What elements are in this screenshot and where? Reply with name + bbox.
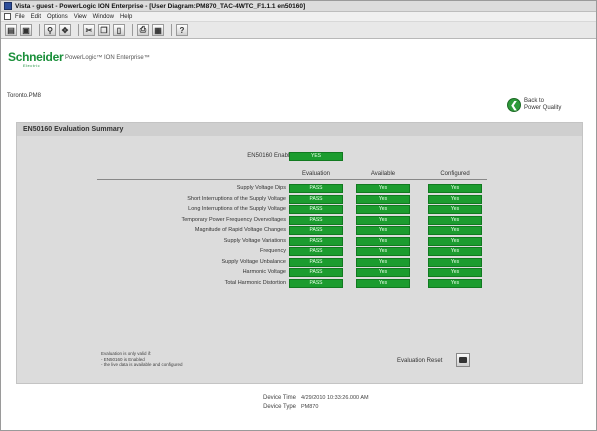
row-evaluation-badge: PASS [289,184,343,193]
paste-icon[interactable]: ▯ [113,24,125,36]
toolbar-separator [78,24,79,36]
device-type-label: Device Type [263,404,296,410]
row-available-badge: Yes [356,268,410,277]
window-title: Vista - guest - PowerLogic ION Enterpris… [15,2,306,10]
row-available-badge: Yes [356,257,410,267]
note-line2: - EN50160 is Enabled [101,356,145,362]
row-label: Supply Voltage Unbalance [221,258,286,265]
row-label: Magnitude of Rapid Voltage Changes [194,227,286,233]
panel-title: EN50160 Evaluation Summary [17,123,582,136]
zoom-icon[interactable]: ⚲ [44,24,56,36]
open-icon[interactable]: ▤ [5,24,17,36]
breadcrumb: PowerLogic™ ION Enterprise™ [65,55,150,61]
column-header-evaluation: Evaluation [301,171,331,177]
row-label: Supply Voltage Dips [236,185,286,191]
copy-icon[interactable]: ❐ [98,24,110,36]
evaluation-reset-button[interactable] [456,353,470,367]
help-icon[interactable]: ? [176,24,188,36]
enabled-status-badge: YES [289,152,343,161]
print-icon[interactable]: ⎙ [137,24,149,36]
device-time-value: 4/29/2010 10:33:26.000 AM [301,395,369,401]
row-evaluation-badge: PASS [289,215,343,225]
document-icon[interactable] [4,13,11,20]
schneider-logo: Schneider [8,50,64,64]
row-available-badge: Yes [356,278,410,288]
row-configured-badge: Yes [428,205,482,214]
row-label: Frequency [260,248,286,254]
back-link-line2[interactable]: Power Quality [524,105,561,111]
validity-note: Evaluation is only valid if: - EN50160 i… [101,351,183,368]
row-available-badge: Yes [356,205,410,214]
row-configured-badge: Yes [428,226,482,235]
menu-options[interactable]: Options [47,14,68,20]
row-configured-badge: Yes [428,268,482,277]
menu-edit[interactable]: Edit [31,14,41,20]
row-label: Supply Voltage Variations [223,237,286,244]
row-label: Short Interruptions of the Supply Voltag… [187,195,286,202]
back-link-text[interactable]: Back to Power Quality [524,98,561,112]
window-frame: Vista - guest - PowerLogic ION Enterpris… [0,0,597,431]
row-configured-badge: Yes [428,194,482,204]
row-available-badge: Yes [356,236,410,246]
app-icon [4,2,12,10]
row-evaluation-badge: PASS [289,194,343,204]
row-configured-badge: Yes [428,257,482,267]
header-divider [97,179,487,180]
row-evaluation-badge: PASS [289,268,343,277]
row-available-badge: Yes [356,215,410,225]
row-configured-badge: Yes [428,247,482,256]
back-arrow-icon[interactable]: ❮ [507,98,521,112]
reset-icon [459,357,467,363]
row-evaluation-badge: PASS [289,205,343,214]
page-header: Schneider Electric PowerLogic™ ION Enter… [1,40,596,74]
device-name: Toronto.PM8 [7,93,42,99]
menu-window[interactable]: Window [93,14,114,20]
toolbar-separator [39,24,40,36]
toolbar: ▤ ▣ ⚲ ✥ ✂ ❐ ▯ ⎙ ▦ ? [1,22,596,39]
row-available-badge: Yes [356,194,410,204]
menu-help[interactable]: Help [120,14,132,20]
evaluation-reset-label: Evaluation Reset [397,358,443,364]
row-evaluation-badge: PASS [289,247,343,256]
grid-icon[interactable]: ▦ [152,24,164,36]
toolbar-separator [171,24,172,36]
row-label: Harmonic Voltage [242,269,286,275]
move-icon[interactable]: ✥ [59,24,71,36]
row-available-badge: Yes [356,184,410,193]
row-configured-badge: Yes [428,184,482,193]
device-time-label: Device Time [262,395,296,401]
row-evaluation-badge: PASS [289,278,343,288]
row-configured-badge: Yes [428,278,482,288]
row-evaluation-badge: PASS [289,257,343,267]
column-header-available: Available [370,171,396,177]
back-link-line1[interactable]: Back to [524,98,544,104]
note-line1: Evaluation is only valid if: [101,351,152,356]
row-evaluation-badge: PASS [289,236,343,246]
menu-bar: File Edit Options View Window Help [1,12,596,22]
device-type-value: PM870 [301,404,319,410]
toolbar-separator [132,24,133,36]
row-label: Total Harmonic Distortion [224,279,286,286]
menu-view[interactable]: View [74,14,87,20]
row-configured-badge: Yes [428,215,482,225]
save-icon[interactable]: ▣ [20,24,32,36]
row-evaluation-badge: PASS [289,226,343,235]
logo-subtitle: Electric [23,63,41,68]
row-label: Temporary Power Frequency Overvoltages [181,216,286,223]
note-line3: - the live data is available and configu… [101,362,183,367]
row-configured-badge: Yes [428,236,482,246]
row-available-badge: Yes [356,226,410,235]
cut-icon[interactable]: ✂ [83,24,95,36]
menu-file[interactable]: File [15,14,25,20]
column-header-configured: Configured [440,171,470,177]
back-to-power-quality-link[interactable]: ❮ Back to Power Quality [507,98,561,112]
row-available-badge: Yes [356,247,410,256]
row-label: Long Interruptions of the Supply Voltage [188,206,286,212]
title-bar: Vista - guest - PowerLogic ION Enterpris… [1,1,596,12]
